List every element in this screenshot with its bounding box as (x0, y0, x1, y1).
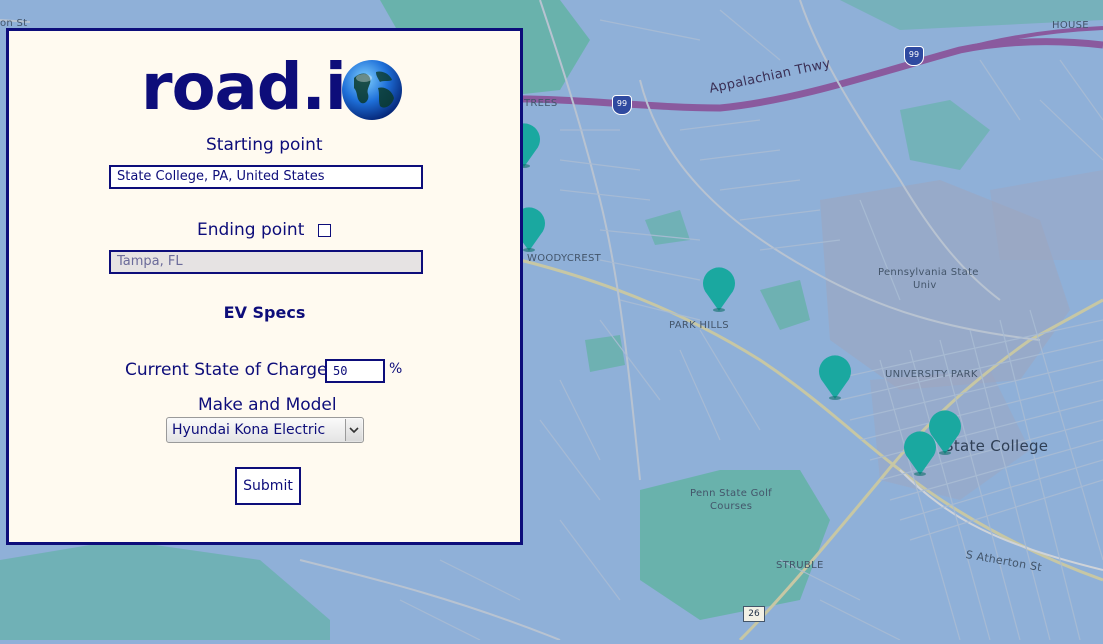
make-model-label: Make and Model (198, 395, 337, 415)
starting-point-input[interactable]: State College, PA, United States (109, 165, 423, 189)
state-of-charge-label: Current State of Charge (125, 360, 328, 380)
submit-button[interactable]: Submit (235, 467, 301, 505)
ev-specs-heading: EV Specs (223, 303, 306, 322)
map-label-trees: TREES (524, 98, 558, 109)
chevron-down-icon[interactable] (345, 419, 362, 441)
interstate-99-shield-icon: 99 (612, 95, 632, 115)
make-model-select[interactable]: Hyundai Kona Electric (166, 417, 364, 443)
interstate-99-shield-icon: 99 (904, 46, 924, 66)
charging-station-marker-icon[interactable] (700, 266, 738, 312)
logo-text: road.i (141, 51, 347, 125)
ending-point-input[interactable]: Tampa, FL (109, 250, 423, 274)
map-label-university-park: UNIVERSITY PARK (885, 369, 978, 380)
map-label-house: HOUSE (1052, 20, 1089, 31)
charging-station-marker-icon[interactable] (816, 354, 854, 400)
logo: road.i (141, 49, 404, 127)
charging-station-marker-icon[interactable] (901, 430, 939, 476)
map-label-park-hills: PARK HILLS (669, 320, 729, 331)
map-label-penn-state-2: Univ (913, 280, 937, 291)
make-model-selected-value: Hyundai Kona Electric (172, 422, 326, 438)
map-label-golf-1: Penn State Golf (690, 488, 772, 499)
percent-unit-label: % (389, 361, 403, 377)
ending-point-label: Ending point (197, 220, 305, 240)
map-label-penn-state-1: Pennsylvania State (878, 267, 979, 278)
map-label-golf-2: Courses (710, 501, 753, 512)
globe-icon (341, 60, 402, 120)
starting-point-label: Starting point (206, 135, 323, 155)
route-26-shield-icon: 26 (743, 606, 765, 622)
map-label-struble: STRUBLE (776, 560, 824, 571)
map-label-woodycrest: WOODYCREST (527, 253, 602, 264)
route-form-panel: road.i Starting point State College, PA,… (6, 28, 523, 545)
ending-point-checkbox[interactable] (318, 224, 331, 237)
state-of-charge-input[interactable]: 50 (325, 359, 385, 383)
